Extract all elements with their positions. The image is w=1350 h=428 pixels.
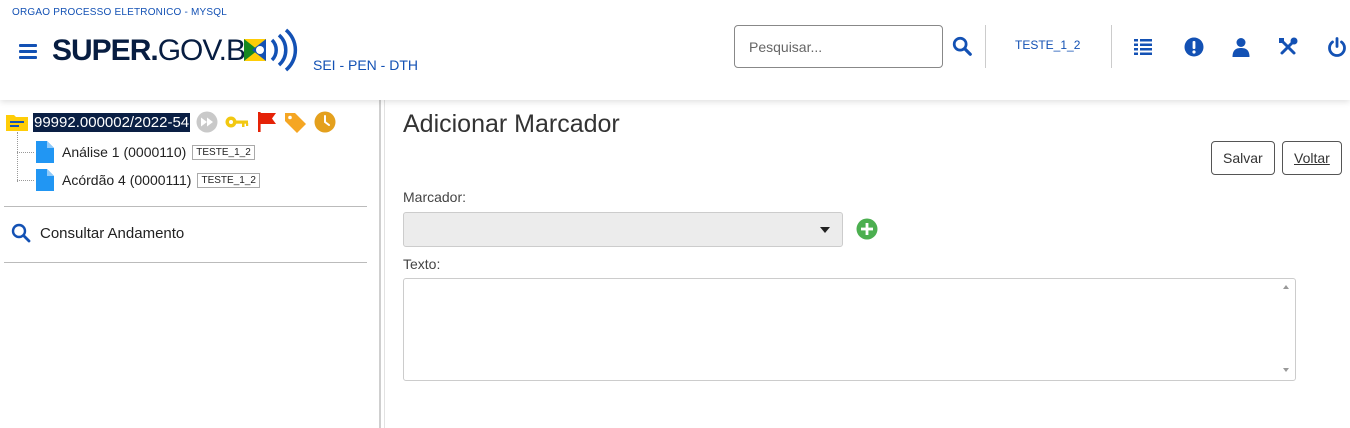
clock-icon[interactable] <box>314 111 336 133</box>
page-title: Adicionar Marcador <box>403 110 620 138</box>
user-unit-link[interactable]: TESTE_1_2 <box>1015 38 1080 52</box>
org-title: ORGAO PROCESSO ELETRONICO - MYSQL <box>12 7 227 18</box>
document-label[interactable]: Acórdão 4 (0000111) <box>62 172 191 188</box>
chevron-down-icon <box>820 227 830 233</box>
logo[interactable]: SUPER.GOV.BR <box>52 34 267 68</box>
menu-icon[interactable] <box>19 44 37 59</box>
tree-connector <box>17 152 34 153</box>
back-button[interactable]: Voltar <box>1282 141 1342 175</box>
header-separator <box>1111 25 1112 68</box>
panel-divider <box>4 262 367 263</box>
folder-icon <box>6 115 28 131</box>
flag-icon[interactable] <box>256 111 278 133</box>
scroll-up-icon[interactable] <box>1283 285 1289 289</box>
process-status-icons <box>196 111 336 133</box>
tree-document-item[interactable]: Análise 1 (0000110) TESTE_1_2 <box>36 141 255 163</box>
search-input[interactable] <box>734 25 943 68</box>
document-icon <box>36 169 54 191</box>
process-tree-root[interactable]: 99992.000002/2022-54 <box>5 110 336 134</box>
govbr-mark-icon <box>244 28 298 72</box>
logo-bold: SUPER. <box>52 34 159 67</box>
text-area[interactable] <box>403 278 1296 381</box>
process-number[interactable]: 99992.000002/2022-54 <box>33 112 191 132</box>
scroll-down-icon[interactable] <box>1283 368 1289 372</box>
consult-progress-label[interactable]: Consultar Andamento <box>40 225 184 242</box>
tree-connector <box>17 132 18 182</box>
document-icon <box>36 141 54 163</box>
tree-document-item[interactable]: Acórdão 4 (0000111) TESTE_1_2 <box>36 169 260 191</box>
main-content: Adicionar Marcador Salvar Voltar Marcado… <box>385 100 1350 428</box>
user-icon[interactable] <box>1230 36 1252 58</box>
tree-connector <box>17 180 34 181</box>
search-icon <box>11 223 31 243</box>
key-icon[interactable] <box>224 111 250 133</box>
marker-label: Marcador: <box>403 189 467 205</box>
header-separator <box>985 25 986 68</box>
power-icon[interactable] <box>1326 36 1348 58</box>
search-icon[interactable] <box>951 35 973 57</box>
panel-divider <box>4 206 367 207</box>
list-icon[interactable] <box>1132 36 1154 58</box>
marker-select[interactable] <box>403 212 843 247</box>
document-label[interactable]: Análise 1 (0000110) <box>62 144 186 160</box>
header: ORGAO PROCESSO ELETRONICO - MYSQL SUPER.… <box>0 0 1350 100</box>
unit-tag: TESTE_1_2 <box>192 144 255 160</box>
consult-progress-link[interactable]: Consultar Andamento <box>10 222 184 244</box>
text-label: Texto: <box>403 256 441 272</box>
tag-icon[interactable] <box>284 111 308 133</box>
unit-tag: TESTE_1_2 <box>197 172 260 188</box>
save-button[interactable]: Salvar <box>1211 141 1275 175</box>
add-marker-icon[interactable] <box>856 218 878 240</box>
fast-forward-icon[interactable] <box>196 111 218 133</box>
tools-icon[interactable] <box>1277 36 1299 58</box>
alert-icon[interactable] <box>1183 36 1205 58</box>
system-name: SEI - PEN - DTH <box>313 57 419 73</box>
